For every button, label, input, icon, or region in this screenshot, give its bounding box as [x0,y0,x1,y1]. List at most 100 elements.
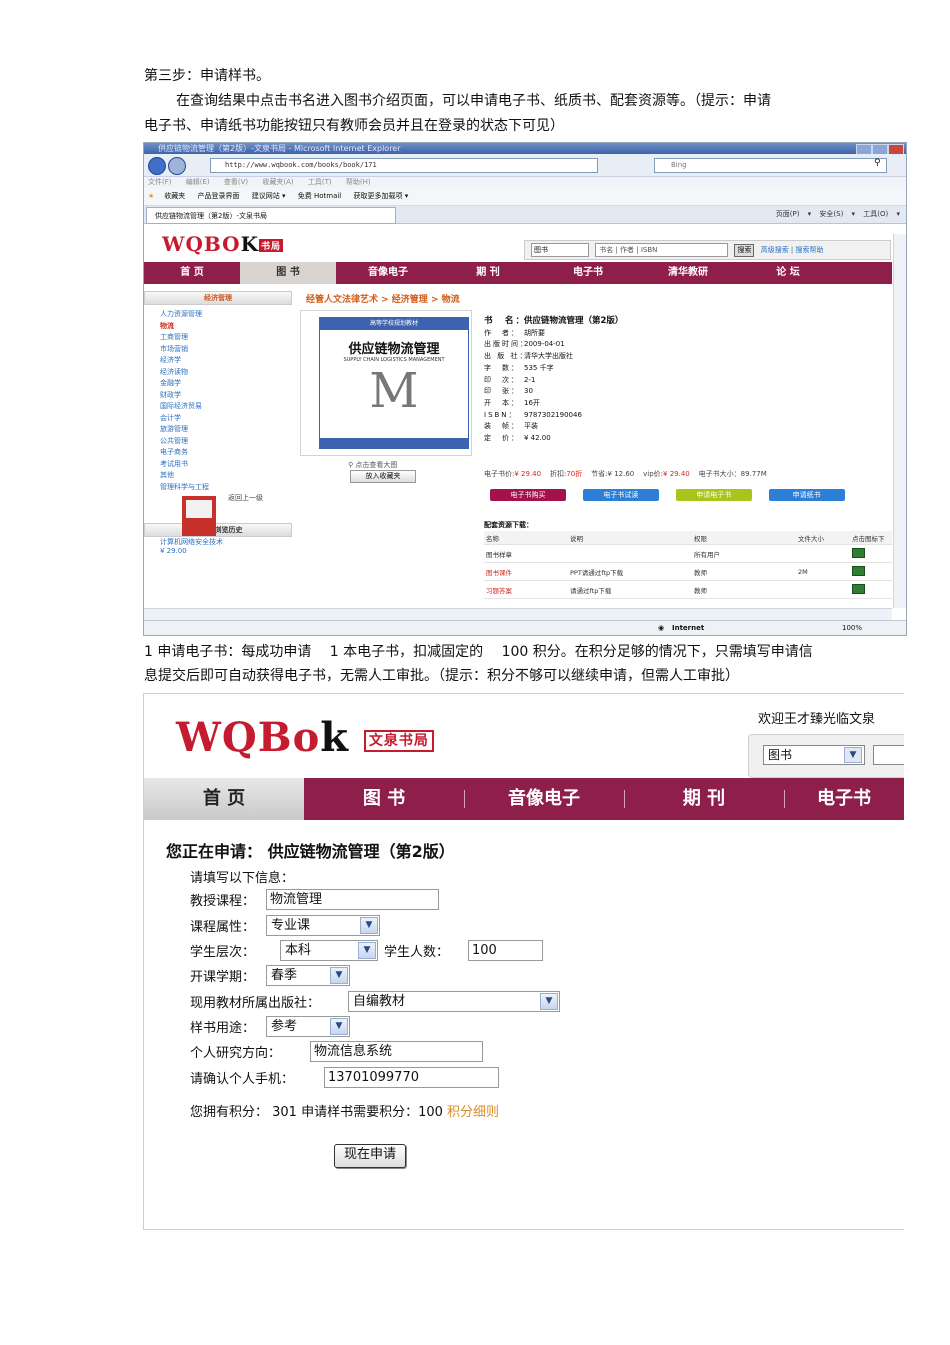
chevron-down-icon: ▼ [330,1018,348,1035]
main-nav-large: 首 页 图 书 音像电子 期 刊 电子书 [144,778,904,820]
chevron-down-icon: ▼ [358,942,376,959]
fav-hotmail[interactable]: 免费 Hotmail [298,192,342,200]
apply-ebook-button[interactable]: 申请电子书 [675,489,752,501]
search-category-select[interactable]: 图书 ▼ [763,745,865,765]
download-icon[interactable] [852,565,865,576]
sidebar-item[interactable]: 考试用书 [160,459,292,471]
menu-view[interactable]: 查看(V) [224,178,248,186]
apply-print-book-button[interactable]: 申请纸书 [768,489,845,501]
nav-books[interactable]: 图 书 [304,778,464,820]
usage-label: 样书用途： [190,1021,256,1036]
nav-tsinghua[interactable]: 清华教研 [640,262,736,284]
phone-input[interactable]: 13701099770 [324,1067,499,1088]
sidebar-item[interactable]: 经济学 [160,355,292,367]
sidebar-item[interactable]: 会计学 [160,413,292,425]
menu-file[interactable]: 文件(F) [148,178,172,186]
student-level-label: 学生层次： [190,945,256,960]
menu-edit[interactable]: 编辑(E) [186,178,210,186]
category-sidebar: 经济管理 人力资源管理 物流 工商管理 市场营销 经济学 经济读物 金融学 财政… [144,291,292,537]
zoom-level[interactable]: 100% [842,621,862,635]
sidebar-item[interactable]: 金融学 [160,378,292,390]
download-icon[interactable] [852,583,865,594]
book-cover[interactable]: 高等学校规划教材 供应链物流管理 SUPPLY CHAIN LOGISTICS … [319,317,469,449]
student-count-label: 学生人数： [384,945,450,960]
publisher-select[interactable]: 自编教材 ▼ [348,991,560,1012]
fav-suggested[interactable]: 建议网站 ▾ [252,192,286,200]
nav-av[interactable]: 音像电子 [464,778,624,820]
points-line: 您拥有积分： 301 申请样书需要积分：100 积分细则 [190,1105,500,1120]
nav-ebooks[interactable]: 电子书 [784,778,904,820]
nav-ebooks[interactable]: 电子书 [540,262,636,284]
back-icon[interactable] [148,157,166,175]
address-input[interactable]: http://www.wqbook.com/books/book/171 [210,158,598,173]
download-icon[interactable] [852,547,865,558]
sidebar-item[interactable]: 旅游管理 [160,424,292,436]
search-icon[interactable]: ⚲ [874,158,881,168]
nav-journals[interactable]: 期 刊 [440,262,536,284]
sidebar-item[interactable]: 其他 [160,470,292,482]
history-item[interactable]: 计算机网络安全技术 ¥ 29.00 [160,538,223,556]
nav-forum[interactable]: 论 坛 [740,262,836,284]
advanced-search-link[interactable]: 高级搜索 | 搜索帮助 [761,246,824,254]
sidebar-item[interactable]: 经济读物 [160,367,292,379]
buy-ebook-button[interactable]: 电子书购买 [490,489,566,501]
sidebar-item[interactable]: 财政学 [160,390,292,402]
search-category-select[interactable]: 图书 [531,243,589,257]
sidebar-item[interactable]: 公共管理 [160,436,292,448]
student-level-select[interactable]: 本科 ▼ [280,940,378,961]
browser-search-input[interactable]: Bing [654,158,887,173]
price-line: 电子书价:¥ 29.40 折扣:70折 节省:¥ 12.60 vip价:¥ 29… [484,470,767,478]
step-title: 第三步：申请样书。 [144,68,270,84]
nav-books[interactable]: 图 书 [240,262,336,284]
vertical-scrollbar[interactable] [893,234,906,608]
address-bar-row: http://www.wqbook.com/books/book/171 Bin… [144,154,906,177]
fav-addons[interactable]: 获取更多加载项 ▾ [353,192,408,200]
points-rule-link[interactable]: 积分细则 [447,1105,499,1120]
menu-help[interactable]: 帮助(H) [346,178,371,186]
site-search-button[interactable]: 搜索 [734,243,755,257]
course-input[interactable]: 物流管理 [266,889,439,910]
favorites-label[interactable]: 收藏夹 [164,192,185,200]
nav-journals[interactable]: 期 刊 [624,778,784,820]
sidebar-item-current[interactable]: 物流 [160,321,292,333]
apply-now-button[interactable]: 现在申请 [334,1144,406,1168]
page-viewport: WQBOK 书局 图书 书名 | 作者 | ISBN 搜索 高级搜索 | 搜索帮助… [144,234,892,608]
resources-title: 配套资源下载： [484,521,533,529]
nav-av[interactable]: 音像电子 [340,262,436,284]
table-row: 习题答案 请通过ftp下载 教师 [484,580,892,599]
usage-select[interactable]: 参考 ▼ [266,1016,350,1037]
menu-tools[interactable]: 工具(T) [308,178,332,186]
sidebar-back-link[interactable]: 返回上一级 [144,493,292,503]
history-thumbnail[interactable] [182,496,216,536]
history-title: 最近的浏览历史 [144,523,292,537]
sidebar-item[interactable]: 工商管理 [160,332,292,344]
site-search-input[interactable]: 书名 | 作者 | ISBN [595,243,729,257]
command-bar[interactable]: 页面(P) ▾ 安全(S) ▾ 工具(O) ▾ [776,206,900,223]
term-select[interactable]: 春季 ▼ [266,965,350,986]
student-count-input[interactable]: 100 [468,940,543,961]
sidebar-item[interactable]: 国际经济贸易 [160,401,292,413]
course-type-select[interactable]: 专业课 ▼ [266,915,380,936]
sidebar-item[interactable]: 电子商务 [160,447,292,459]
tab-current[interactable]: 供应链物流管理（第2版）-文泉书局 [146,207,396,224]
preview-ebook-button[interactable]: 电子书试读 [582,489,659,501]
phone-label: 请确认个人手机： [190,1072,295,1087]
forward-icon[interactable] [168,157,186,175]
favorites-bar: ★ 收藏夹 产品登录界面 建议网站 ▾ 免费 Hotmail 获取更多加载项 ▾ [144,188,906,206]
breadcrumb[interactable]: 经管人文法律艺术 > 经济管理 > 物流 [306,292,460,305]
window-title-bar: 供应链物流管理（第2版）-文泉书局 - Microsoft Internet E… [144,143,906,155]
apply-title: 您正在申请： 供应链物流管理（第2版） [166,842,455,861]
fav-login[interactable]: 产品登录界面 [198,192,240,200]
site-search-input[interactable] [873,745,904,765]
menu-favorites[interactable]: 收藏夹(A) [262,178,293,186]
window-title: 供应链物流管理（第2版）-文泉书局 - Microsoft Internet E… [158,144,401,153]
zoom-link[interactable]: ⚲ 点击查看大图 [348,460,397,470]
sidebar-item[interactable]: 管理科学与工程 [160,482,292,494]
research-input[interactable]: 物流信息系统 [310,1041,483,1062]
sidebar-item[interactable]: 人力资源管理 [160,309,292,321]
magnifier-icon: ⚲ [348,461,354,469]
add-favorite-button[interactable]: 放入收藏夹 [350,470,416,483]
nav-home[interactable]: 首 页 [144,262,240,284]
nav-home[interactable]: 首 页 [144,778,304,820]
sidebar-item[interactable]: 市场营销 [160,344,292,356]
